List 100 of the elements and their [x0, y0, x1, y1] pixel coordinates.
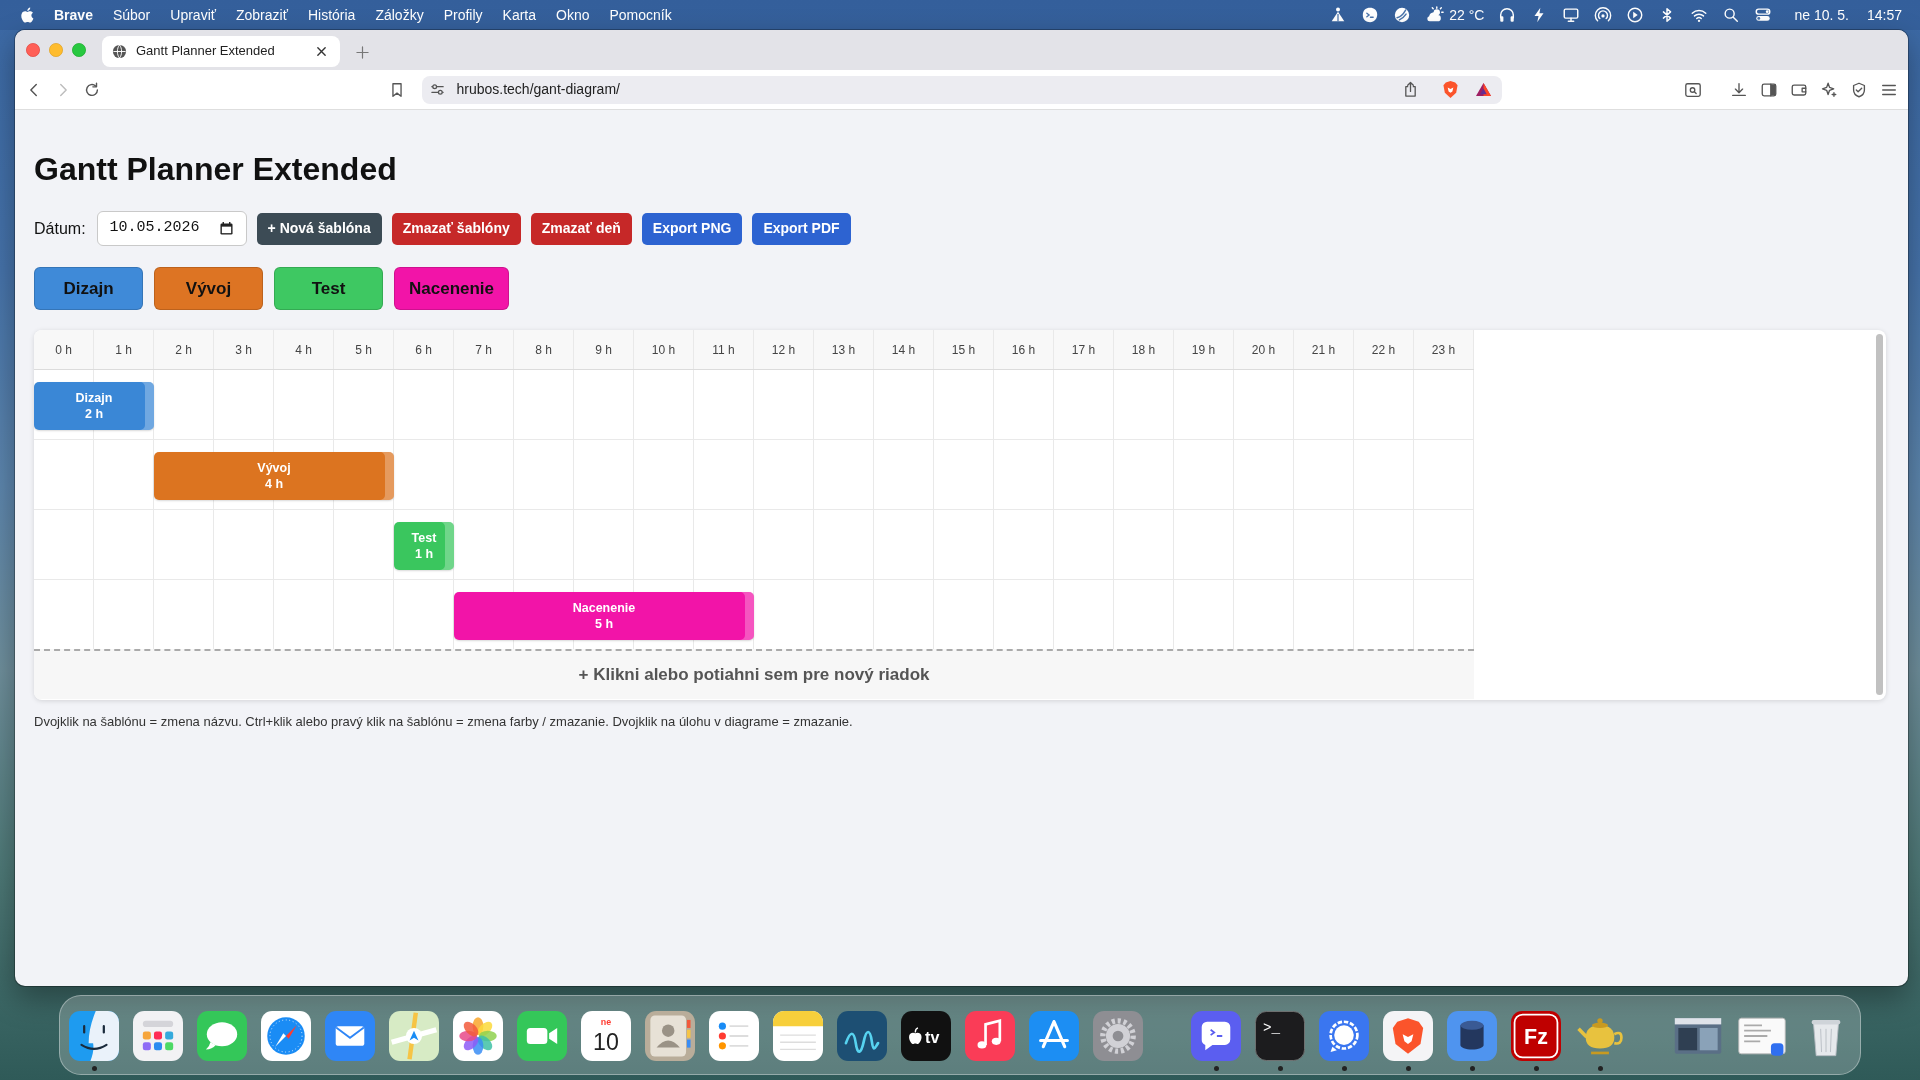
hour-label: 1 h [94, 330, 154, 369]
compass-icon[interactable] [261, 1011, 311, 1061]
hour-label: 8 h [514, 330, 574, 369]
toolbar-button[interactable]: Export PNG [641, 212, 743, 245]
reload-icon[interactable] [83, 80, 101, 99]
prompt-blob-icon[interactable] [1361, 6, 1380, 24]
template-button[interactable]: Dizajn [34, 267, 143, 310]
date-field[interactable]: 10.05.2026 [96, 211, 247, 246]
hour-label: 18 h [1114, 330, 1174, 369]
address-bar[interactable]: hrubos.tech/gant-diagram/ [421, 75, 1502, 104]
toolbar-button[interactable]: Zmazať deň [530, 212, 632, 245]
checklist-icon[interactable] [709, 1011, 759, 1061]
hour-label: 5 h [334, 330, 394, 369]
swoosh-circle-icon[interactable] [1393, 6, 1412, 24]
menu-item[interactable]: Profily [443, 4, 483, 26]
hour-label: 12 h [754, 330, 814, 369]
notepad-icon[interactable] [773, 1011, 823, 1061]
hour-label: 19 h [1174, 330, 1234, 369]
shield-icon[interactable] [1850, 80, 1868, 99]
face-icon[interactable] [69, 1011, 119, 1061]
chat-prompt-icon[interactable] [1191, 1011, 1241, 1061]
broadcast-icon[interactable] [1594, 6, 1613, 24]
menu-item[interactable]: Záložky [375, 4, 424, 26]
menu-date[interactable]: ne 10. 5. [1794, 4, 1849, 26]
download-icon[interactable] [1730, 80, 1748, 99]
template-button[interactable]: Vývoj [154, 267, 263, 310]
toolbar-button[interactable]: Export PDF [752, 212, 851, 245]
add-row-area[interactable]: + Klikni alebo potiahni sem pre nový riadok [34, 649, 1474, 699]
chat-bubble-icon[interactable] [197, 1011, 247, 1061]
shield-emblem-icon[interactable] [1441, 80, 1459, 99]
envelope-icon[interactable] [325, 1011, 375, 1061]
video-camera-icon[interactable] [517, 1011, 567, 1061]
search-icon[interactable] [1722, 6, 1741, 24]
speech-bubble-icon[interactable] [1319, 1011, 1369, 1061]
music-note-icon[interactable] [965, 1011, 1015, 1061]
plus-icon[interactable] [356, 45, 369, 59]
letter-a-tile-icon[interactable] [1029, 1011, 1079, 1061]
hour-label: 21 h [1294, 330, 1354, 369]
template-button[interactable]: Nacenenie [394, 267, 510, 310]
share-icon[interactable] [1402, 81, 1418, 98]
app-grid-icon[interactable] [133, 1011, 183, 1061]
gear-icon[interactable] [1093, 1011, 1143, 1061]
window-close-button[interactable] [26, 43, 40, 57]
calendar-icon[interactable]: ne 10 [581, 1011, 631, 1061]
squiggle-icon[interactable] [837, 1011, 887, 1061]
flower-icon[interactable] [453, 1011, 503, 1061]
window-search-icon[interactable] [1684, 80, 1702, 99]
page-title: Gantt Planner Extended [34, 150, 398, 188]
hour-label: 0 h [34, 330, 94, 369]
hour-label: 14 h [874, 330, 934, 369]
toolbar-button[interactable]: Zmazať šablóny [391, 212, 521, 245]
hour-label: 13 h [814, 330, 874, 369]
play-icon[interactable] [1626, 6, 1645, 24]
menu-item[interactable]: Súbor [112, 4, 151, 26]
hour-label: 22 h [1354, 330, 1414, 369]
shield-emblem-icon[interactable] [1383, 1011, 1433, 1061]
hour-label: 6 h [394, 330, 454, 369]
triangle-logo-icon[interactable] [1474, 82, 1492, 97]
hour-label: 3 h [214, 330, 274, 369]
toolbar-button[interactable]: + Nová šablóna [256, 212, 382, 245]
map-icon[interactable] [389, 1011, 439, 1061]
menu-item[interactable]: Zobraziť [236, 4, 288, 26]
tv-icon[interactable]: tv [901, 1011, 951, 1061]
close-icon[interactable] [316, 45, 327, 57]
database-icon[interactable] [1447, 1011, 1497, 1061]
letters-tile-icon[interactable]: Fz [1511, 1011, 1561, 1061]
browser-tab[interactable]: Gantt Planner Extended [102, 35, 340, 67]
menu-item[interactable]: Okno [556, 4, 590, 26]
template-button[interactable]: Test [274, 267, 383, 310]
hour-label: 20 h [1234, 330, 1294, 369]
task-bar[interactable]: Nacenenie 5 h [454, 592, 754, 640]
headphones-icon[interactable] [1498, 6, 1517, 24]
monitor-icon[interactable] [1562, 6, 1581, 24]
apple-icon[interactable] [19, 6, 34, 24]
scrollbar-thumb[interactable] [1876, 334, 1883, 695]
hour-label: 11 h [694, 330, 754, 369]
cloud-sun-icon[interactable] [1425, 6, 1446, 24]
menu-item[interactable]: Karta [502, 4, 536, 26]
sliders-icon[interactable] [429, 82, 445, 97]
weather-text: 22 °C [1449, 5, 1485, 25]
calendar-icon[interactable] [219, 222, 233, 235]
menu-time[interactable]: 14:57 [1866, 4, 1902, 26]
hour-label: 10 h [634, 330, 694, 369]
sparkle-icon[interactable] [1820, 80, 1838, 99]
sidebar-icon[interactable] [1760, 80, 1778, 99]
menu-item[interactable]: Upraviť [170, 4, 216, 26]
hour-label: 15 h [934, 330, 994, 369]
hour-label: 16 h [994, 330, 1054, 369]
help-text: Dvojklik na šablónu = zmena názvu. Ctrl+klik alebo pravý klik na šablónu = zmena farby / zmazanie. Dvojklik na úlohu v diagrame = zmazanie. [34, 713, 854, 731]
menu-item[interactable]: História [307, 4, 356, 26]
task-bar[interactable]: Dizajn 2 h [34, 382, 154, 430]
date-label: Dátum: [34, 218, 86, 239]
globe-icon [112, 43, 127, 59]
hour-label: 17 h [1054, 330, 1114, 369]
toggles-icon[interactable] [1754, 6, 1773, 24]
contact-card-icon[interactable] [645, 1011, 695, 1061]
terminal-icon[interactable]: >_ [1255, 1011, 1305, 1061]
menu-item[interactable]: Pomocník [609, 4, 672, 26]
app-menu[interactable]: Brave [54, 4, 93, 26]
hour-label: 2 h [154, 330, 214, 369]
